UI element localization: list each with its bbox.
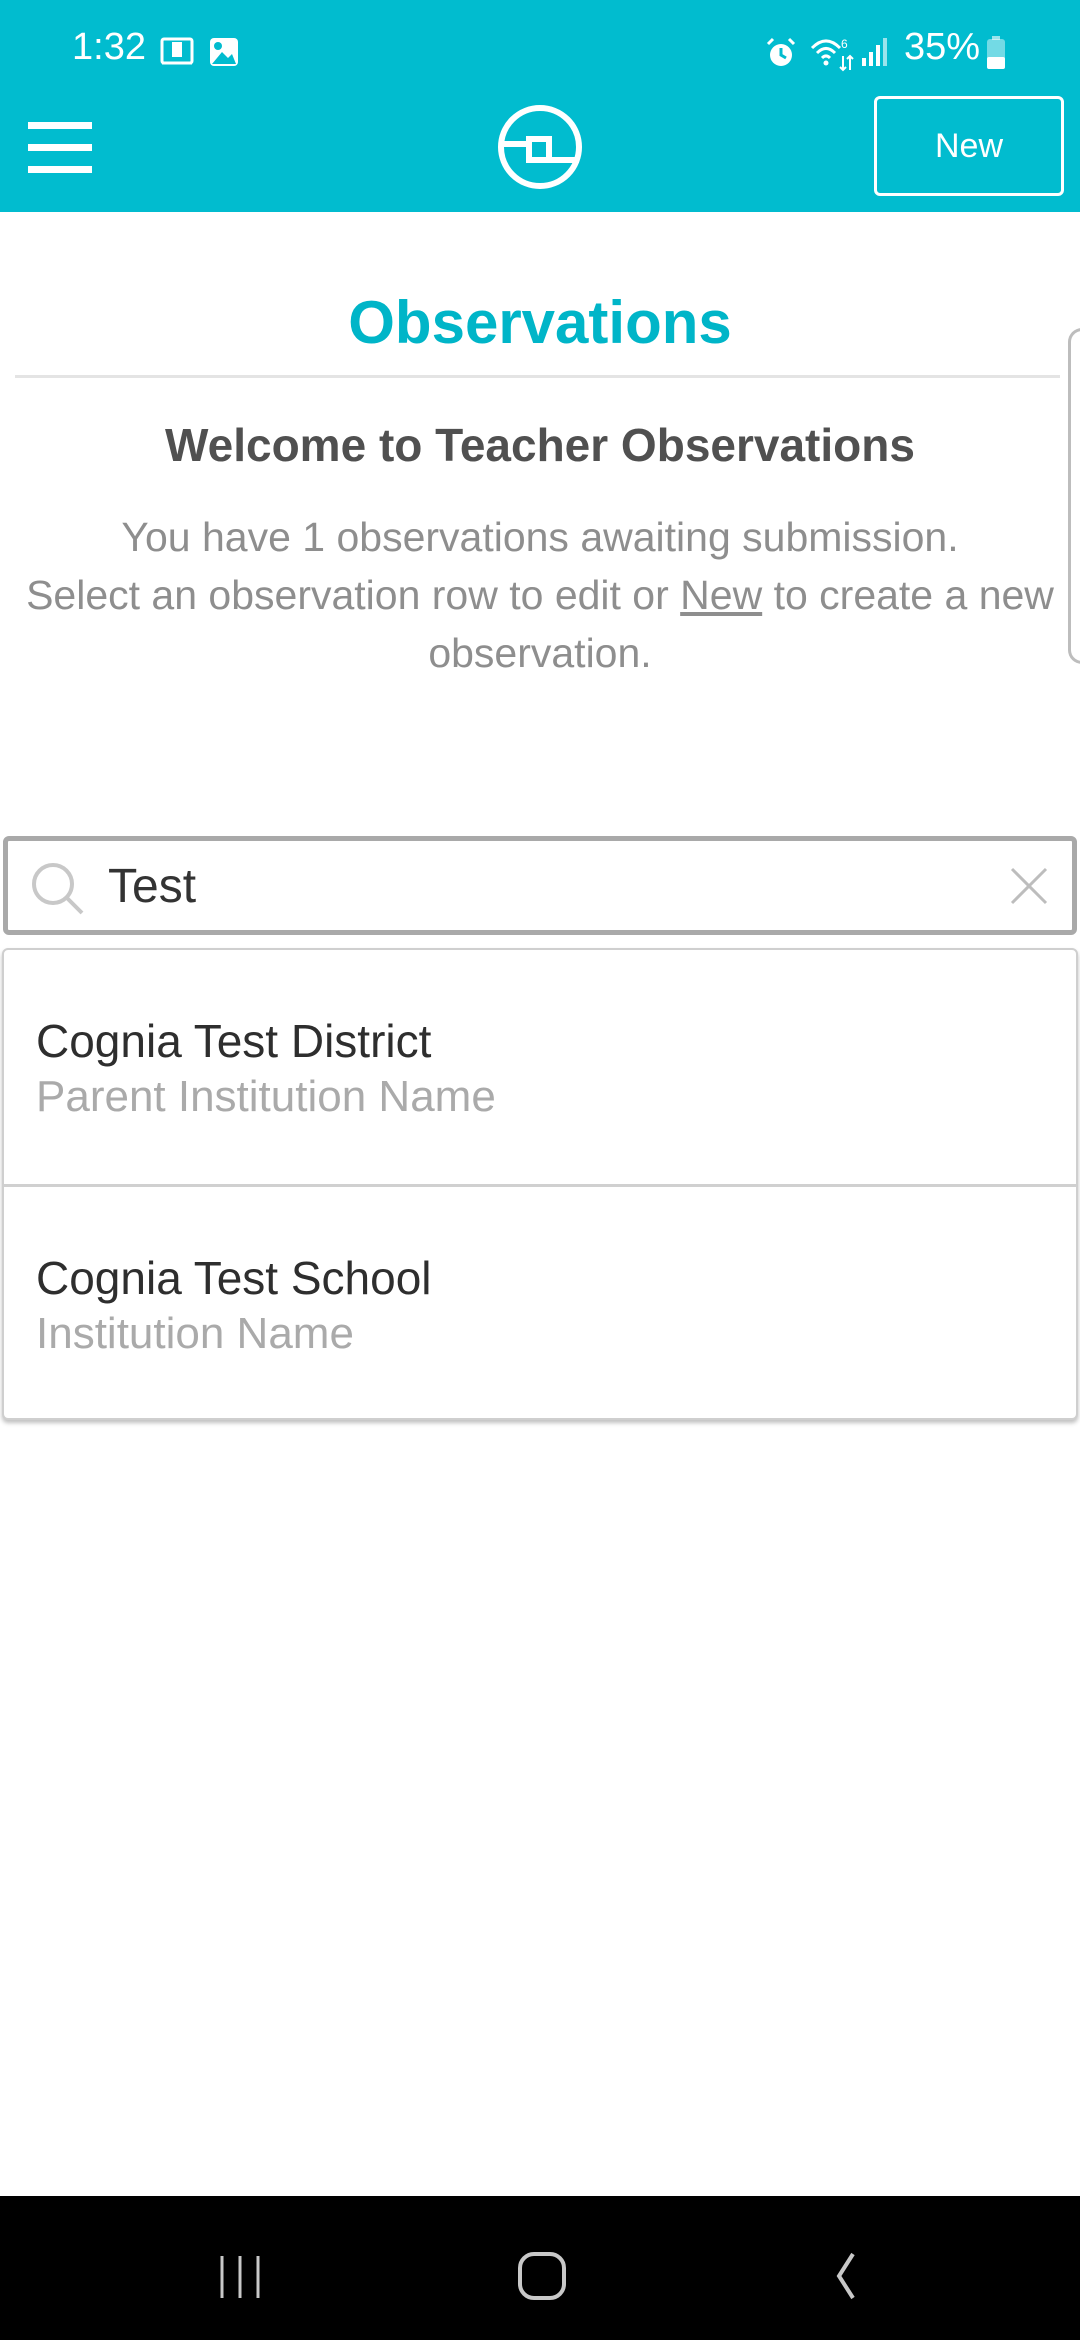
battery-icon	[987, 36, 1005, 69]
result-name: Cognia Test School	[36, 1252, 432, 1304]
gallery-icon	[210, 38, 238, 66]
intro-line-2-before: Select an observation row to edit or	[26, 572, 681, 618]
amazon-kindle-icon	[160, 37, 194, 65]
intro-text: You have 1 observations awaiting submiss…	[20, 508, 1060, 682]
hamburger-line	[28, 166, 92, 173]
result-item[interactable]: Cognia Test School Institution Name	[4, 1187, 1076, 1421]
result-item[interactable]: Cognia Test District Parent Institution …	[4, 950, 1076, 1184]
side-panel-handle[interactable]	[1068, 328, 1080, 664]
hamburger-line	[28, 122, 92, 129]
status-time: 1:32	[72, 26, 146, 68]
intro-line-1: You have 1 observations awaiting submiss…	[121, 514, 959, 560]
title-divider	[15, 375, 1060, 378]
cognia-logo-icon	[498, 105, 582, 189]
home-icon[interactable]	[502, 2236, 582, 2316]
status-bar: 1:32 6 35%	[0, 0, 1080, 100]
welcome-heading: Welcome to Teacher Observations	[165, 419, 915, 471]
recent-apps-icon[interactable]	[200, 2236, 280, 2316]
new-link[interactable]: New	[680, 572, 762, 618]
battery-percent: 35%	[903, 26, 980, 68]
page-title: Observations	[348, 289, 732, 356]
close-icon[interactable]	[1006, 863, 1052, 909]
hamburger-menu-icon[interactable]	[28, 122, 92, 174]
svg-text:6: 6	[841, 37, 848, 51]
result-name: Cognia Test District	[36, 1015, 432, 1067]
app-header: 1:32 6 35% New	[0, 0, 1080, 212]
search-box	[3, 836, 1077, 935]
back-icon[interactable]	[805, 2236, 885, 2316]
alarm-icon	[766, 37, 796, 66]
system-nav-bar	[0, 2196, 1080, 2340]
signal-icon	[862, 38, 887, 66]
search-input[interactable]	[108, 851, 988, 921]
search-results-dropdown: Cognia Test District Parent Institution …	[2, 948, 1078, 1420]
new-observation-button[interactable]: New	[874, 96, 1064, 196]
result-type: Parent Institution Name	[36, 1072, 496, 1121]
hamburger-line	[28, 144, 92, 151]
wifi-6-icon: 6	[810, 37, 854, 72]
result-type: Institution Name	[36, 1309, 354, 1358]
search-icon	[32, 863, 84, 915]
